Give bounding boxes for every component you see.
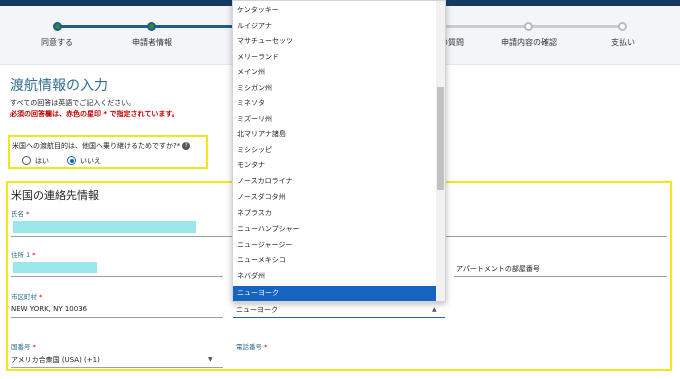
step-dot-review — [524, 22, 533, 31]
country-code-select[interactable]: アメリカ合衆国 (USA) (+1) — [11, 355, 100, 365]
transit-radio-no[interactable] — [67, 156, 76, 165]
step-label-applicant: 申請者情報 — [132, 38, 172, 47]
step-label-consent: 同意する — [41, 38, 73, 47]
city-field-underline[interactable] — [11, 317, 223, 318]
step-dot-consent — [53, 22, 62, 31]
transit-question-text: 米国への渡航目的は、他国へ乗り継けるためですか?* — [12, 142, 181, 150]
state-option[interactable]: モンタナ — [233, 158, 437, 173]
step-dot-applicant — [147, 22, 156, 31]
step-label-payment: 支払い — [611, 38, 635, 47]
contact-section-title: 米国の連絡先情報 — [11, 189, 99, 202]
step-dot-payment — [618, 22, 627, 31]
state-option[interactable]: ルイジアナ — [233, 19, 437, 34]
state-option[interactable]: 北マリアナ諸島 — [233, 127, 437, 142]
city-label: 市区町村 * — [11, 293, 43, 301]
transit-radio-yes-label: はい — [35, 157, 49, 165]
state-option[interactable]: マサチューセッツ — [233, 34, 437, 49]
state-option[interactable]: ネブラスカ — [233, 206, 437, 221]
state-option-selected[interactable]: ニューヨーク — [233, 286, 437, 301]
transit-radio-yes[interactable] — [22, 156, 31, 165]
state-select[interactable]: ニューヨーク — [236, 305, 278, 315]
name-value-redacted — [13, 221, 196, 233]
address1-label: 住所 1 * — [11, 251, 36, 259]
name-label: 氏名 * — [11, 210, 30, 218]
city-input[interactable]: NEW YORK, NY 10036 — [11, 305, 87, 313]
page-title: 渡航情報の入力 — [10, 78, 108, 94]
dropdown-scrollbar-thumb[interactable] — [437, 87, 444, 190]
state-option[interactable]: ケンタッキー — [233, 3, 437, 18]
required-note: 必須の回答欄は、赤色の星印 * で指定されています。 — [10, 110, 179, 118]
country-code-underline[interactable] — [11, 367, 223, 368]
apartment-field-underline[interactable] — [454, 276, 667, 277]
english-note: すべての回答は英語でご記入ください。 — [10, 99, 136, 107]
state-option[interactable]: ノースカロライナ — [233, 174, 437, 189]
help-icon[interactable]: ? — [182, 142, 191, 150]
state-option[interactable]: ノースダコタ州 — [233, 190, 437, 205]
state-dropdown-list[interactable]: ケンタッキー ルイジアナ マサチューセッツ メリーランド メイン州 ミシガン州 … — [232, 0, 446, 302]
step-label-review: 申請内容の確認 — [501, 38, 557, 47]
state-option[interactable]: ミシシッピ — [233, 143, 437, 158]
state-option[interactable]: ミズーリ州 — [233, 112, 437, 127]
phone-label: 電話番号 * — [236, 343, 268, 351]
state-option[interactable]: ミシガン州 — [233, 81, 437, 96]
transit-radio-no-label: いいえ — [80, 157, 101, 165]
state-option[interactable]: ニューハンプシャー — [233, 222, 437, 237]
transit-question: 米国への渡航目的は、他国へ乗り継けるためですか?*? — [12, 141, 191, 151]
address1-field-underline[interactable] — [11, 276, 223, 277]
state-option[interactable]: ニュージャージー — [233, 238, 437, 253]
state-option[interactable]: ニューメキシコ — [233, 253, 437, 268]
state-option[interactable]: ミネソタ — [233, 96, 437, 111]
address1-value-redacted — [13, 262, 97, 273]
country-code-caret-icon[interactable]: ▼ — [208, 356, 213, 363]
apartment-placeholder[interactable]: アパートメントの部屋番号 — [456, 264, 540, 274]
state-option[interactable]: ネバダ州 — [233, 269, 437, 284]
state-select-caret-icon[interactable]: ▲ — [432, 306, 437, 313]
state-option[interactable]: メリーランド — [233, 50, 437, 65]
state-select-underline[interactable] — [233, 317, 445, 318]
state-option[interactable]: メイン州 — [233, 65, 437, 80]
country-code-label: 国番号 * — [11, 343, 36, 351]
